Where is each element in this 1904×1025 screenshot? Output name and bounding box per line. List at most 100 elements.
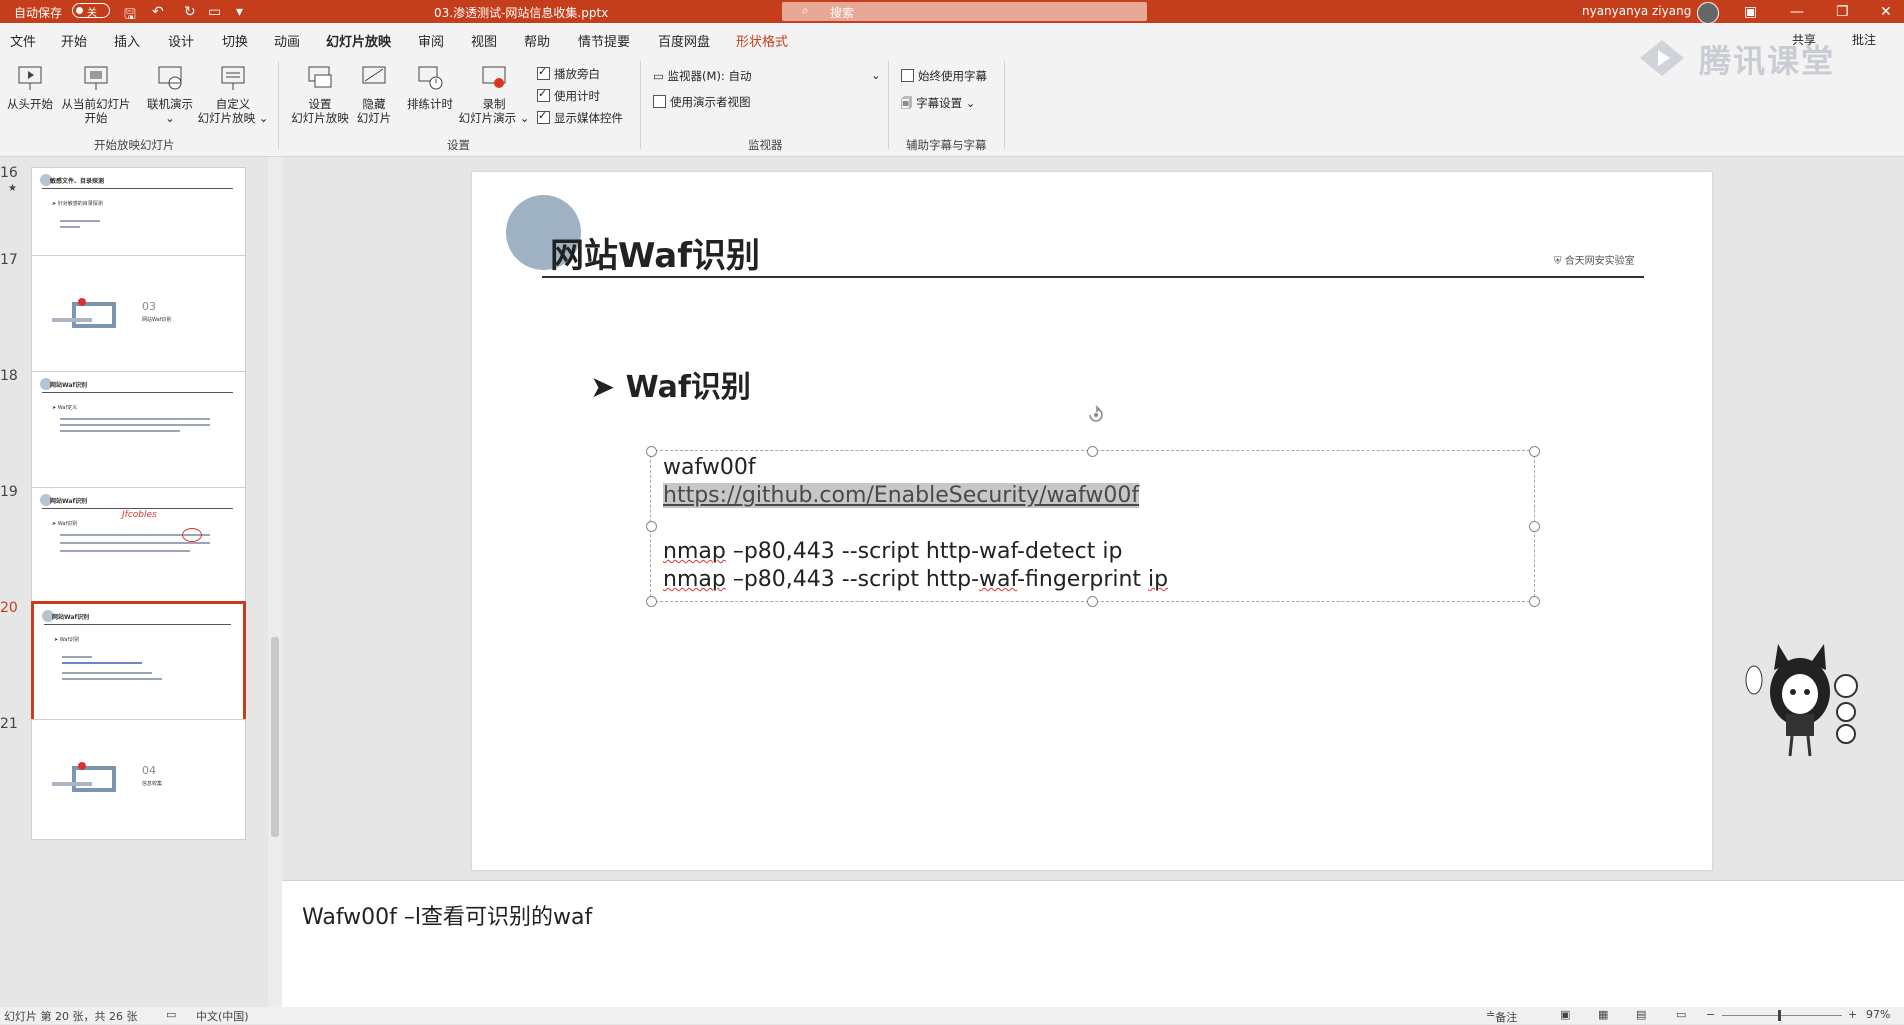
selected-textbox[interactable]: wafw00f https://github.com/EnableSecurit… [646, 446, 1540, 607]
ribbon-divider [1004, 61, 1005, 149]
show-media-controls-checkbox[interactable]: 显示媒体控件 [537, 109, 623, 126]
resize-handle[interactable] [1529, 521, 1540, 532]
arrow-bullet-icon: ➤ [590, 370, 626, 405]
resize-handle[interactable] [1529, 446, 1540, 457]
scrollbar-thumb[interactable] [271, 637, 279, 837]
resize-handle[interactable] [1087, 446, 1098, 457]
tab-help[interactable]: 帮助 [524, 31, 550, 50]
from-current-slide-button[interactable]: 从当前幻灯片 开始 [58, 63, 134, 125]
zoom-slider-thumb[interactable] [1778, 1010, 1781, 1021]
tab-slideshow[interactable]: 幻灯片放映 [326, 31, 392, 56]
subtitle-settings-button[interactable]: 🗐 字幕设置 ⌄ [901, 95, 975, 115]
record-slideshow-button[interactable]: 录制 幻灯片演示 ⌄ [458, 63, 530, 125]
notes-pane[interactable]: Wafw00f –l查看可识别的waf [282, 880, 1904, 1008]
rehearse-timings-button[interactable]: 排练计时 [402, 63, 458, 111]
comments-button[interactable]: 批注 [1852, 31, 1876, 48]
restore-icon[interactable]: ❐ [1836, 4, 1849, 20]
autosave-toggle[interactable]: 关 [72, 3, 110, 19]
present-online-icon [158, 66, 182, 90]
play-narrations-checkbox[interactable]: 播放旁白 [537, 65, 600, 82]
thumbnail-number: 17 [0, 252, 18, 268]
ribbon-divider [640, 61, 641, 149]
thumbnail-slide-18[interactable]: 网站Waf识别 ➤ Waf定义 [31, 371, 246, 492]
resize-handle[interactable] [646, 521, 657, 532]
setup-slideshow-icon [308, 66, 332, 88]
tab-insert[interactable]: 插入 [114, 31, 140, 50]
thumbnail-slide-20[interactable]: 网站Waf识别 ➤ Waf识别 [31, 601, 246, 726]
thumbnail-number: 20 [0, 600, 18, 616]
text-line-url[interactable]: https://github.com/EnableSecurity/wafw00… [663, 483, 1140, 508]
tab-shape-format[interactable]: 形状格式 [736, 31, 788, 50]
shield-icon: ⛨ [1554, 256, 1565, 267]
group-label-setup: 设置 [447, 138, 470, 152]
always-use-subtitles-checkbox[interactable]: 始终使用字幕 [901, 68, 987, 84]
normal-view-icon[interactable]: ▣ [1560, 1008, 1570, 1021]
monitor-select[interactable]: ▭ 监视器(M): 自动 ⌄ [653, 68, 881, 84]
use-timings-checkbox[interactable]: 使用计时 [537, 87, 600, 104]
tab-home[interactable]: 开始 [61, 31, 87, 50]
rotate-handle-icon[interactable] [1086, 405, 1106, 425]
mascot-sticker-icon [1745, 644, 1858, 757]
hide-slide-button[interactable]: 隐藏 幻灯片 [356, 63, 392, 125]
thumbnail-slide-17[interactable]: 03 网站Waf识别 [31, 255, 246, 376]
laptop-illustration-icon [52, 762, 116, 792]
resize-handle[interactable] [646, 446, 657, 457]
zoom-in-icon[interactable]: + [1848, 1008, 1857, 1021]
present-from-start-icon[interactable]: ▭ [208, 4, 221, 20]
text-line-nmap-fingerprint: nmap –p80,443 --script http-waf-fingerpr… [663, 567, 1169, 592]
user-name[interactable]: nyanyanya ziyang [1582, 4, 1691, 18]
from-beginning-button[interactable]: 从头开始 [4, 63, 56, 111]
star-icon: ★ [8, 183, 17, 194]
tab-baidu-netdisk[interactable]: 百度网盘 [658, 31, 710, 50]
accessibility-icon[interactable]: ▭ [166, 1008, 176, 1021]
present-online-button[interactable]: 联机演示 ⌄ [140, 63, 200, 125]
resize-handle[interactable] [1529, 596, 1540, 607]
speaker-notes[interactable]: Wafw00f –l查看可识别的waf [302, 899, 592, 931]
setup-slideshow-button[interactable]: 设置 幻灯片放映 [286, 63, 354, 125]
undo-icon[interactable]: ↶ [152, 4, 164, 20]
thumbnail-slide-19[interactable]: 网站Waf识别 ➤ Waf识别 Jfcobles [31, 487, 246, 608]
ribbon-display-icon[interactable]: ▣ [1744, 4, 1757, 20]
hide-slide-icon [362, 66, 386, 84]
search-box[interactable]: ⌕ 搜索 [782, 2, 1147, 21]
close-icon[interactable]: ✕ [1880, 4, 1892, 20]
slideshow-view-icon[interactable]: ▭ [1676, 1008, 1686, 1021]
thumbnail-scrollbar[interactable] [268, 157, 282, 1007]
tab-transitions[interactable]: 切换 [222, 31, 248, 50]
redo-icon[interactable]: ↻ [184, 4, 196, 20]
resize-handle[interactable] [646, 596, 657, 607]
group-label-monitors: 监视器 [748, 138, 783, 152]
group-label-start: 开始放映幻灯片 [94, 138, 175, 152]
tab-view[interactable]: 视图 [471, 31, 497, 50]
zoom-level[interactable]: 97% [1866, 1008, 1890, 1021]
record-icon [482, 66, 506, 88]
slide-title[interactable]: 网站Waf识别 [550, 228, 760, 277]
tab-file[interactable]: 文件 [10, 31, 36, 50]
thumbnail-number: 18 [0, 368, 18, 384]
reading-view-icon[interactable]: ▤ [1636, 1008, 1646, 1021]
thumbnail-slide-21[interactable]: 04 信息收集 [31, 719, 246, 840]
bullet-heading[interactable]: ➤ Waf识别 [590, 362, 751, 406]
ribbon-tabs: 文件 开始 插入 设计 切换 动画 幻灯片放映 审阅 视图 帮助 情节提要 百度… [0, 23, 1904, 56]
slide-logo: ⛨ 合天网安实验室 [1554, 256, 1635, 267]
zoom-slider[interactable] [1722, 1015, 1842, 1016]
slide-canvas[interactable]: 网站Waf识别 ⛨ 合天网安实验室 ➤ Waf识别 wafw00f https:… [472, 172, 1712, 870]
notes-toggle-button[interactable]: ≐ 备注 [1486, 1008, 1517, 1024]
tab-storyboard[interactable]: 情节提要 [578, 31, 630, 50]
github-link[interactable]: https://github.com/EnableSecurity/wafw00… [663, 483, 1140, 508]
minimize-icon[interactable]: — [1790, 4, 1804, 20]
custom-slideshow-button[interactable]: 自定义 幻灯片放映 ⌄ [196, 63, 270, 125]
avatar[interactable] [1697, 2, 1719, 24]
tab-review[interactable]: 审阅 [418, 31, 444, 50]
slide-sorter-icon[interactable]: ▦ [1598, 1008, 1608, 1021]
zoom-out-icon[interactable]: − [1706, 1008, 1715, 1021]
slideshow-current-icon [84, 66, 108, 90]
tab-design[interactable]: 设计 [168, 31, 194, 50]
customize-qat-icon[interactable]: ▾ [236, 4, 243, 20]
presenter-view-checkbox[interactable]: 使用演示者视图 [653, 94, 751, 110]
language-indicator[interactable]: 中文(中国) [196, 1008, 249, 1024]
ribbon-divider [278, 61, 279, 149]
group-label-captions: 辅助字幕与字幕 [906, 138, 987, 152]
tab-animations[interactable]: 动画 [274, 31, 300, 50]
resize-handle[interactable] [1087, 596, 1098, 607]
